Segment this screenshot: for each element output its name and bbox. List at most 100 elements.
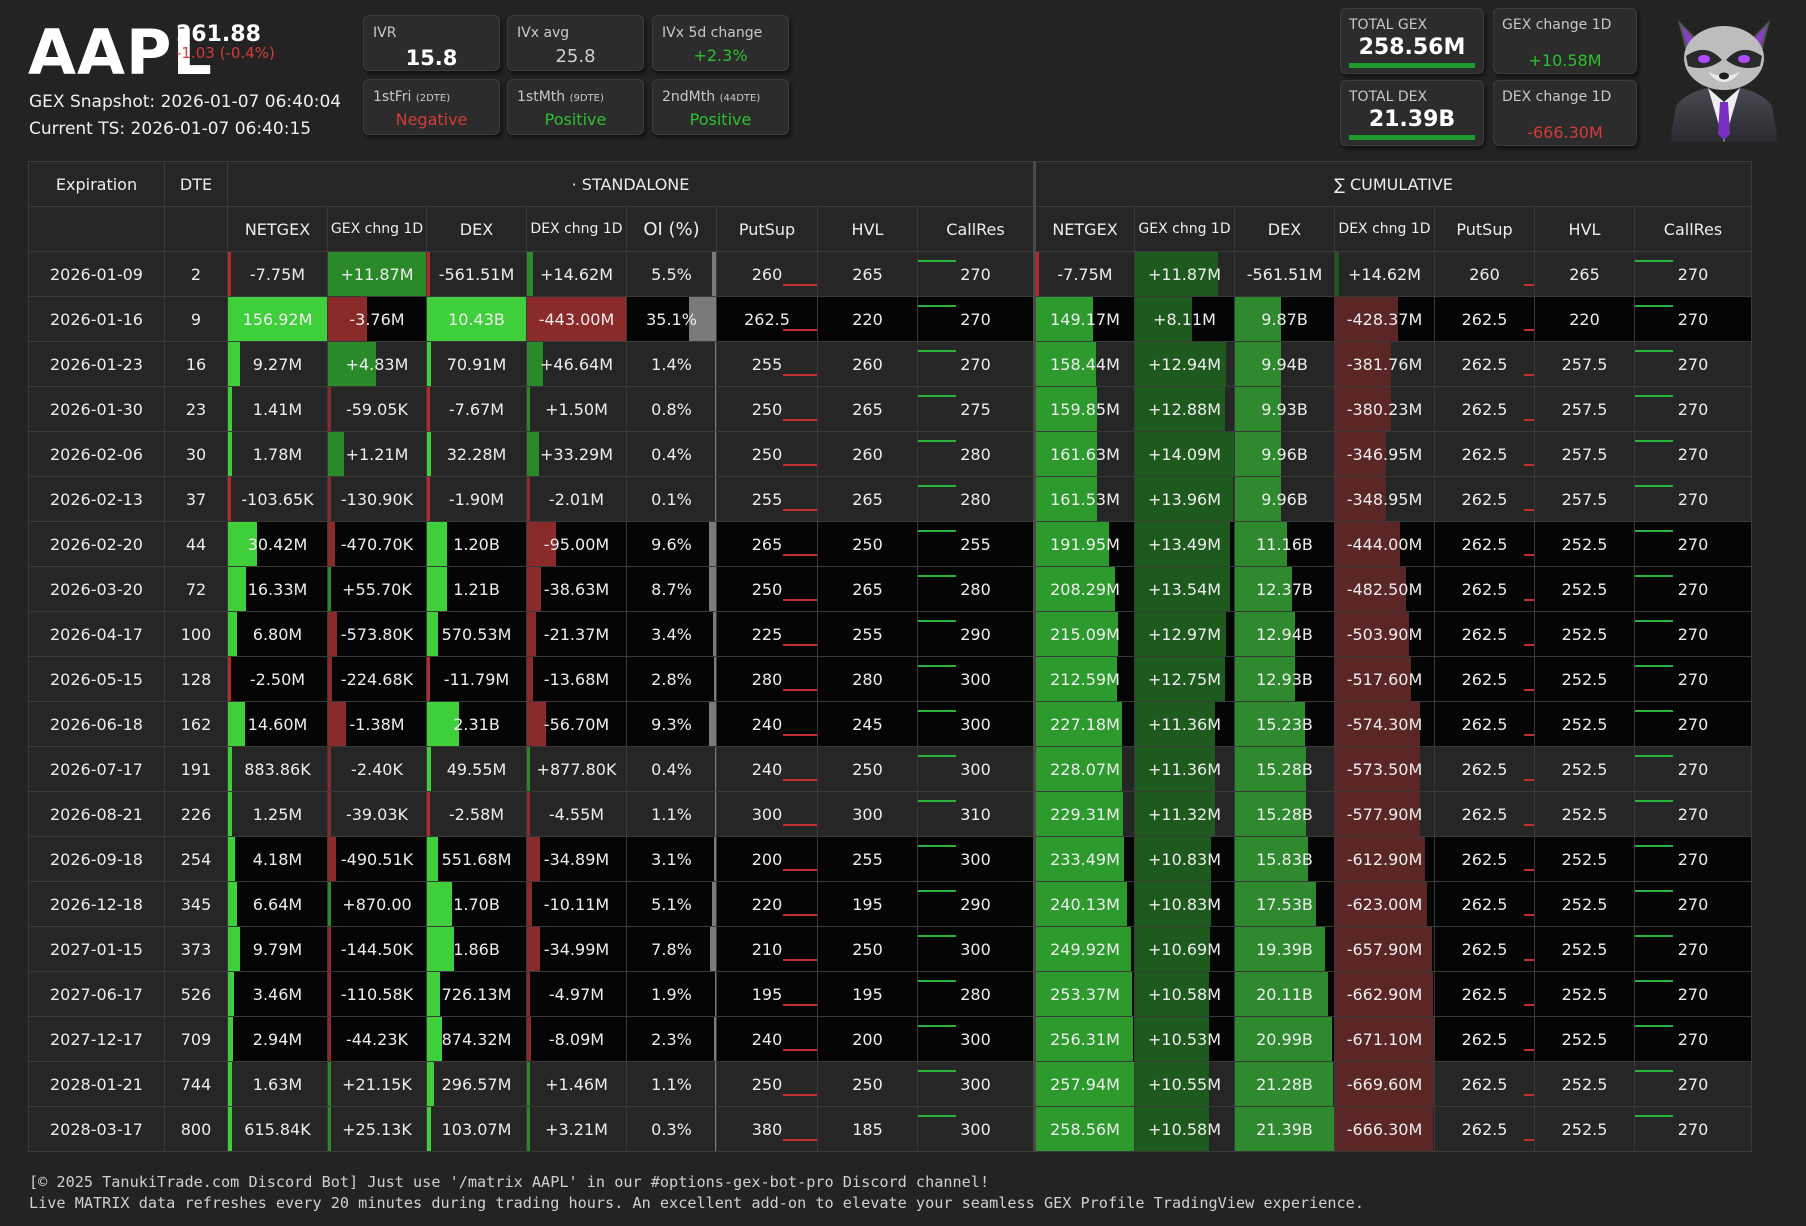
cell-text: 300: [960, 714, 991, 734]
putsup-marker: [783, 644, 817, 646]
cell-text: 262.5: [1461, 849, 1508, 869]
cell-text: 19.39B: [1256, 939, 1313, 959]
dex1d-bar: [527, 252, 534, 296]
table-row: 2026-08-21 226 1.25M -39.03K -2.58M -4.55M 1.1…: [28, 791, 1752, 837]
table-row: 2028-01-21 744 1.63M +21.15K 296.57M +1.46M 1.…: [28, 1061, 1752, 1107]
cell-hvl: 300: [817, 791, 918, 837]
cell-netgex: 30.42M: [227, 521, 328, 567]
cell-text: 2026-08-21: [50, 804, 143, 824]
cell-c-gex1d: +12.97M: [1134, 611, 1235, 657]
cell-gex1d: -59.05K: [327, 386, 427, 432]
cell-text: +14.62M: [539, 264, 613, 284]
cell-text: 883.86K: [244, 759, 311, 779]
cell-callres: 280: [917, 971, 1035, 1017]
cell-text: -666.30M: [1346, 1119, 1423, 1139]
cell-netgex: 16.33M: [227, 566, 328, 612]
cell-c-hvl: 252.5: [1534, 926, 1635, 972]
cell-text: 100: [180, 624, 212, 644]
cell-text: 2026-07-17: [50, 759, 143, 779]
col-cum-dex: DEX: [1234, 206, 1335, 252]
putsup-marker: [783, 509, 817, 511]
callres-marker: [1635, 665, 1673, 667]
cell-text: -1.38M: [349, 714, 405, 734]
cell-hvl: 250: [817, 1061, 918, 1107]
cell-dte: 72: [164, 566, 228, 612]
cell-text: -444.00M: [1346, 534, 1423, 554]
cell-exp: 2026-01-16: [28, 296, 165, 342]
cell-text: +21.15K: [342, 1074, 412, 1094]
cell-netgex: 1.25M: [227, 791, 328, 837]
cell-c-putsup: 262.5: [1434, 1016, 1535, 1062]
cell-text: 15.23B: [1256, 714, 1313, 734]
cell-hvl: 250: [817, 926, 918, 972]
cell-exp: 2026-01-30: [28, 386, 165, 432]
cell-text: 280: [751, 669, 783, 689]
cell-exp: 2026-02-20: [28, 521, 165, 567]
cell-text: -13.68M: [543, 669, 610, 689]
col-hvl: HVL: [817, 206, 918, 252]
cell-text: 252.5: [1561, 579, 1608, 599]
cell-text: 252.5: [1561, 669, 1608, 689]
cell-oi: 8.7%: [626, 566, 717, 612]
putsup-marker: [1524, 554, 1534, 556]
cell-text: 270: [1677, 489, 1709, 509]
cell-text: 262.5: [1461, 804, 1508, 824]
cell-c-putsup: 262.5: [1434, 521, 1535, 567]
cell-gex1d: -39.03K: [327, 791, 427, 837]
cell-text: 15.28B: [1256, 759, 1313, 779]
total-gex-label: TOTAL GEX: [1349, 17, 1428, 33]
netgex-bar: [228, 837, 235, 881]
callres-marker: [918, 980, 956, 982]
cell-text: 149.17M: [1050, 309, 1120, 329]
cell-text: -517.60M: [1346, 669, 1423, 689]
cell-text: 265: [852, 489, 883, 509]
cell-oi: 0.3%: [626, 1106, 717, 1152]
table-row: 2026-02-06 30 1.78M +1.21M 32.28M +33.29M 0.4%…: [28, 431, 1752, 477]
callres-marker: [1635, 485, 1673, 487]
cell-c-dex: 9.96B: [1234, 431, 1335, 477]
cell-dex: 10.43B: [426, 296, 527, 342]
cell-c-netgex: 208.29M: [1033, 566, 1135, 612]
cell-c-netgex: -7.75M: [1033, 251, 1135, 297]
netgex-bar: [228, 1107, 232, 1151]
cell-text: 252.5: [1561, 804, 1608, 824]
cell-c-hvl: 252.5: [1534, 836, 1635, 882]
cell-text: 12.93B: [1256, 669, 1313, 689]
callres-marker: [1635, 935, 1673, 937]
cell-text: 15.83B: [1256, 849, 1313, 869]
cell-c-dex1d: -612.90M: [1334, 836, 1435, 882]
cell-c-netgex: 256.31M: [1033, 1016, 1135, 1062]
dex-bar: [427, 1017, 443, 1061]
callres-marker: [918, 845, 956, 847]
gex1d-bar: [328, 972, 331, 1016]
cell-callres: 270: [917, 341, 1035, 387]
callres-marker: [918, 755, 956, 757]
cell-c-netgex: 228.07M: [1033, 746, 1135, 792]
table-row: 2026-05-15 128 -2.50M -224.68K -11.79M -13.68…: [28, 656, 1752, 702]
cell-c-gex1d: +10.83M: [1134, 836, 1235, 882]
cell-text: 262.5: [1461, 759, 1508, 779]
cell-c-netgex: 149.17M: [1033, 296, 1135, 342]
cell-c-dex1d: -444.00M: [1334, 521, 1435, 567]
cell-callres: 270: [917, 296, 1035, 342]
col-gex-chng: GEX chng 1D: [327, 206, 427, 252]
cell-text: 255: [751, 489, 783, 509]
cell-text: 158.44M: [1050, 354, 1120, 374]
cell-text: 709: [180, 1029, 212, 1049]
cell-c-callres: 270: [1634, 296, 1752, 342]
cell-text: 270: [1677, 939, 1709, 959]
cell-c-gex1d: +10.55M: [1134, 1061, 1235, 1107]
cell-text: 9.6%: [651, 534, 692, 554]
cell-netgex: 615.84K: [227, 1106, 328, 1152]
cell-oi: 3.4%: [626, 611, 717, 657]
oi-bar: [715, 477, 716, 521]
cell-c-dex1d: -669.60M: [1334, 1061, 1435, 1107]
cell-c-putsup: 262.5: [1434, 926, 1535, 972]
cell-c-gex1d: +10.58M: [1134, 1106, 1235, 1152]
dex1d-bar: [527, 432, 540, 476]
oi-bar: [715, 387, 716, 431]
gex1d-bar: [328, 1017, 331, 1061]
dex-bar: [427, 927, 455, 971]
cell-c-putsup: 262.5: [1434, 341, 1535, 387]
netgex-bar: [228, 972, 234, 1016]
